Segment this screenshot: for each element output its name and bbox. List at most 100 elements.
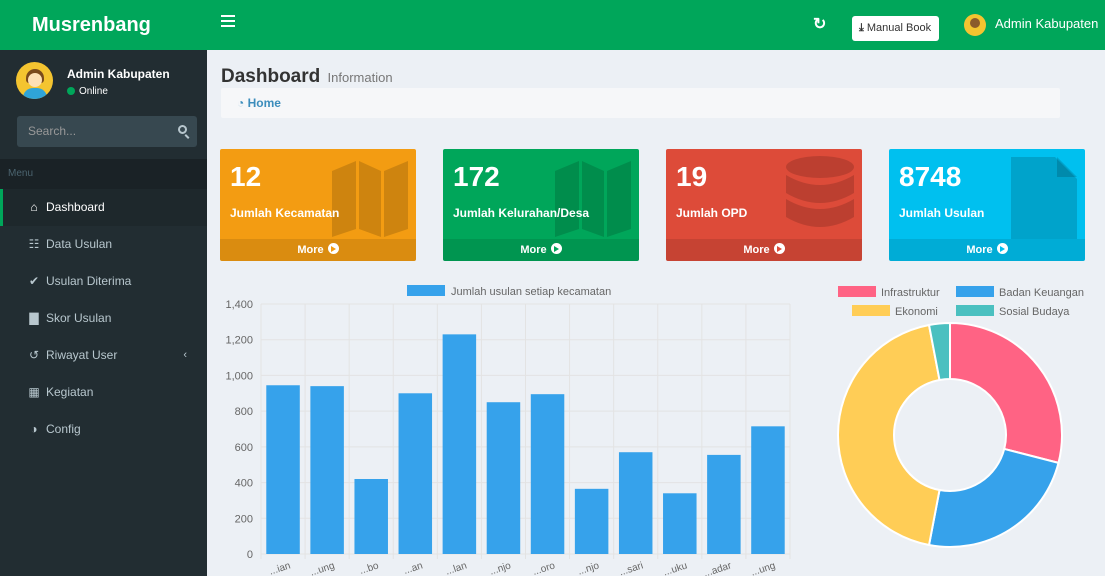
more-info-link[interactable]: More [666,239,862,261]
sidebar-item-data-usulan[interactable]: ☷ Data Usulan [0,226,207,263]
arrow-circle-right-icon [773,243,785,254]
stat-value: 8748 [899,161,962,192]
app-title-bold: Musrenbang [32,14,151,36]
y-tick-label: 1,400 [225,299,253,311]
stat-label: Jumlah OPD [676,206,748,220]
y-tick-label: 400 [235,478,253,490]
sidebar-item-kegiatan[interactable]: ▦ Kegiatan [0,374,207,411]
refresh-icon[interactable]: ↻ [813,14,826,34]
stat-box-usulan: 8748 Jumlah Usulan More [889,149,1085,261]
stat-value: 12 [230,161,262,192]
map-icon [332,161,408,237]
more-label: More [966,244,993,256]
stat-label: Jumlah Kelurahan/Desa [453,206,590,220]
bar [707,454,741,554]
page-subtitle: Information [327,70,393,85]
more-label: More [743,244,770,256]
sidebar-user-name: Admin Kabupaten [67,67,170,81]
y-tick-label: 800 [235,406,253,418]
legend-label: Badan Keuangan [999,287,1084,299]
bar [354,479,388,554]
page-title: Dashboard Information [221,66,393,88]
more-info-link[interactable]: More [889,239,1085,261]
doughnut-chart: Infrastruktur Badan Keuangan Ekonomi Sosial… [837,286,1084,548]
breadcrumb-home-link[interactable]: Home [248,96,281,110]
y-tick-label: 600 [235,442,253,454]
more-label: More [297,244,324,256]
search-placeholder: Search... [28,124,77,138]
bar-chart: Jumlah usulan setiap kecamatan 0 200 400 600… [225,285,791,576]
bar [530,394,565,554]
sidebar-item-label: Data Usulan [46,237,113,251]
x-tick-label: ...uku [662,560,689,576]
calendar-icon: ▦ [28,385,40,399]
legend-swatch [956,286,994,297]
sidebar-item-label: Skor Usulan [46,311,112,325]
bar [486,402,521,554]
bar [663,493,697,554]
stat-value: 172 [453,161,500,192]
y-tick-label: 0 [247,549,253,561]
arrow-circle-right-icon [550,243,562,254]
manual-book-button[interactable]: ⤓ Manual Book [852,16,940,41]
bar [266,385,300,554]
search-input[interactable]: Search... [17,116,197,147]
stat-label: Jumlah Kecamatan [230,206,340,220]
bar [398,393,433,554]
menu-toggle-icon[interactable] [221,15,235,29]
legend-label: Jumlah usulan setiap kecamatan [451,286,611,298]
x-tick-label: ...sari [618,560,645,576]
y-tick-label: 1,200 [225,335,253,347]
sidebar-item-config[interactable]: ◑ Config [0,411,207,448]
more-label: More [520,244,547,256]
legend-swatch [852,305,890,316]
bar-chart-icon: ▇ [29,311,39,325]
legend-swatch [956,305,994,316]
top-navbar: ↻ ⤓ Manual Book Admin Kabupaten [207,0,1105,50]
user-status: Online [67,86,108,97]
x-tick-label: ...njo [488,560,512,576]
sidebar-item-riwayat-user[interactable]: ↺ Riwayat User ‹ [0,337,207,374]
sidebar-item-label: Riwayat User [46,348,118,362]
database-icon [786,156,854,227]
sidebar-item-dashboard[interactable]: ⌂ Dashboard [0,189,207,226]
user-panel: Admin Kabupaten Online [0,50,207,114]
stat-label: Jumlah Usulan [899,206,985,220]
x-tick-label: ...an [402,560,424,576]
y-tick-label: 1,000 [225,370,253,382]
arrow-circle-right-icon [996,243,1008,254]
x-tick-label: ...ung [750,560,777,576]
user-menu[interactable]: Admin Kabupaten [964,12,1098,36]
sidebar-menu: ⌂ Dashboard ☷ Data Usulan ✔ Usulan Diterima… [0,189,207,448]
sidebar: Admin Kabupaten Online Search... Menu ⌂ D… [0,50,207,576]
doughnut-slice [949,321,1063,465]
y-tick-label: 200 [235,513,253,525]
stat-value: 19 [676,161,708,192]
sidebar-item-usulan-diterima[interactable]: ✔ Usulan Diterima [0,263,207,300]
home-icon: ⌂ [30,200,38,214]
search-icon[interactable] [178,125,187,134]
x-tick-label: ...adar [702,560,733,576]
legend-swatch [407,285,445,296]
online-dot-icon [67,87,75,95]
bar [574,488,609,554]
sidebar-item-skor-usulan[interactable]: ▇ Skor Usulan [0,300,207,337]
user-menu-name: Admin Kabupaten [995,16,1099,31]
app-logo[interactable]: Musrenbang admin [0,0,207,86]
legend-label: Ekonomi [895,306,938,318]
sidebar-item-label: Dashboard [46,200,105,214]
page-title-text: Dashboard [221,66,321,87]
doughnut-slice [837,323,941,547]
sidebar-item-label: Usulan Diterima [46,274,132,288]
toggle-icon: ◑ [30,422,38,436]
sidebar-item-label: Kegiatan [46,385,94,399]
status-label: Online [79,86,108,97]
legend-label: Infrastruktur [881,287,940,299]
more-info-link[interactable]: More [220,239,416,261]
x-tick-label: ...lan [444,560,468,576]
file-text-icon: ☷ [28,237,40,251]
more-info-link[interactable]: More [443,239,639,261]
chevron-left-icon: ‹ [183,349,187,361]
legend-label: Sosial Budaya [999,306,1070,318]
history-icon: ↺ [28,348,40,362]
